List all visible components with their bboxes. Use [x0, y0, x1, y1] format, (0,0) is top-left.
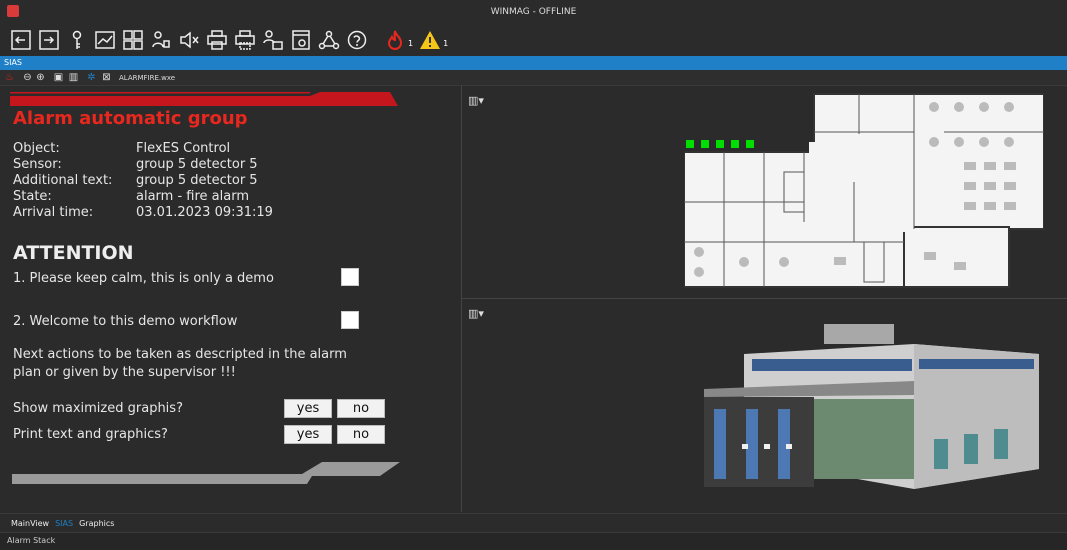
task-1-label: 1. Please keep calm, this is only a demo: [13, 271, 274, 286]
task-1-checkbox[interactable]: [341, 268, 359, 286]
question-print: Print text and graphics?: [13, 427, 168, 442]
exit-icon[interactable]: [10, 29, 32, 51]
red-header-bar: [10, 92, 398, 106]
user-switch-icon[interactable]: [150, 29, 172, 51]
tab-mainview[interactable]: MainView: [8, 519, 52, 528]
info-row-object: Object: FlexES Control: [13, 141, 231, 156]
key-icon[interactable]: [66, 29, 88, 51]
print-icon[interactable]: [206, 29, 228, 51]
instruction-note: Next actions to be taken as descripted i…: [13, 347, 347, 380]
map-menu-icon[interactable]: ▥▾: [468, 94, 484, 107]
window-icon[interactable]: [290, 29, 312, 51]
chart-icon[interactable]: [94, 29, 116, 51]
building-image: [704, 324, 1039, 489]
filename-label: ALARMFIRE.wxe: [119, 73, 176, 82]
maximize-yes-button[interactable]: yes: [284, 399, 332, 418]
task-2-checkbox[interactable]: [341, 311, 359, 329]
alarm-heading: Alarm automatic group: [13, 108, 248, 129]
floorplan-view: ▥▾: [462, 86, 1067, 297]
mute-icon[interactable]: [178, 29, 200, 51]
forward-icon[interactable]: ⊕: [35, 72, 46, 83]
warning-count: 1: [443, 38, 449, 48]
floorplan-image: [684, 93, 1044, 288]
task-2-label: 2. Welcome to this demo workflow: [13, 314, 238, 329]
help-icon[interactable]: [346, 29, 368, 51]
info-row-state: State: alarm - fire alarm: [13, 189, 249, 204]
close-window-icon[interactable]: ⊠: [101, 72, 112, 83]
save-icon[interactable]: ▣: [53, 72, 64, 83]
tab-graphics[interactable]: Graphics: [76, 519, 117, 528]
delete-icon[interactable]: ▥: [68, 72, 79, 83]
window-title: WINMAG - OFFLINE: [490, 7, 577, 17]
print-preview-icon[interactable]: [234, 29, 256, 51]
alarm-panel: Alarm automatic group Object: FlexES Cont…: [0, 86, 460, 512]
settings-icon[interactable]: ✲: [86, 72, 97, 83]
attention-heading: ATTENTION: [13, 242, 134, 264]
sias-bar: SIAS: [0, 56, 1067, 70]
grey-footer-bar: [12, 462, 400, 484]
login-icon[interactable]: [38, 29, 60, 51]
title-bar: WINMAG - OFFLINE: [0, 0, 1067, 24]
print-yes-button[interactable]: yes: [284, 425, 332, 444]
building-3d-view: ▥▾: [462, 298, 1067, 512]
grid-icon[interactable]: [122, 29, 144, 51]
fire-small-icon[interactable]: ♨: [4, 72, 15, 83]
users-icon[interactable]: [262, 29, 284, 51]
network-icon[interactable]: [318, 29, 340, 51]
maximize-no-button[interactable]: no: [337, 399, 385, 418]
tab-sias[interactable]: SIAS: [52, 519, 76, 528]
warning-icon[interactable]: [419, 29, 441, 51]
sub-toolbar: ♨ ⊖ ⊕ ▣ ▥ ✲ ⊠ ALARMFIRE.wxe: [0, 70, 1067, 86]
info-row-arrival: Arrival time: 03.01.2023 09:31:19: [13, 205, 273, 220]
print-no-button[interactable]: no: [337, 425, 385, 444]
view-tabs: MainView SIAS Graphics: [0, 513, 1067, 532]
fire-icon[interactable]: [384, 29, 406, 51]
map-menu-icon-2[interactable]: ▥▾: [468, 307, 484, 320]
back-icon[interactable]: ⊖: [22, 72, 33, 83]
info-row-additional: Additional text: group 5 detector 5: [13, 173, 258, 188]
info-row-sensor: Sensor: group 5 detector 5: [13, 157, 258, 172]
fire-count: 1: [408, 38, 414, 48]
alarm-stack-panel[interactable]: Alarm Stack: [0, 532, 1067, 550]
alarm-info: Object: FlexES Control Sensor: group 5 det…: [13, 141, 273, 221]
app-logo-icon: [7, 5, 19, 17]
main-toolbar: 1 1: [0, 24, 1067, 56]
question-maximize: Show maximized graphis?: [13, 401, 183, 416]
